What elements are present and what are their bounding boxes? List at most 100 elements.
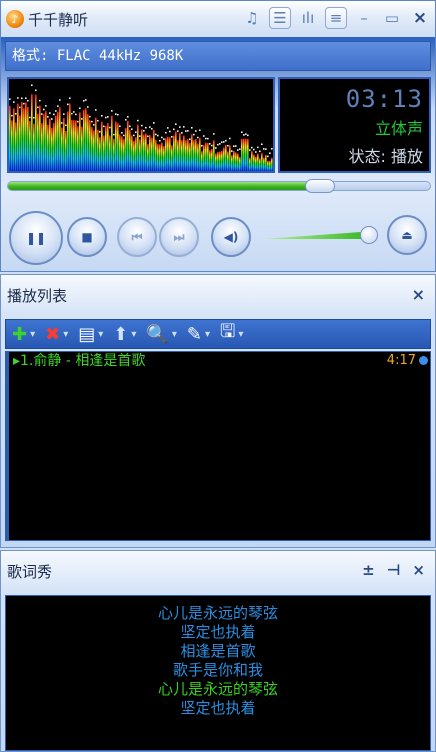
previous-button[interactable]: ⏮ (117, 217, 157, 257)
spectrum-peak (267, 155, 269, 158)
spectrum-bar (241, 138, 243, 171)
spectrum-bar (103, 135, 105, 171)
spectrum-peak (61, 122, 63, 124)
spectrum-visualizer[interactable] (7, 77, 275, 173)
eject-button[interactable]: ⏏ (387, 215, 427, 255)
spectrum-peak (17, 97, 19, 99)
chevron-down-icon[interactable]: ▾ (98, 329, 103, 340)
spectrum-bar (219, 151, 221, 171)
player-titlebar[interactable]: ♪ 千千静听 ♫ ☰ ılı ≡ – ▭ × (1, 1, 435, 37)
playlist-toggle-icon[interactable]: ☰ (269, 7, 291, 29)
chevron-down-icon[interactable]: ▾ (131, 329, 136, 340)
playlist-toolbar: ✚ ▾ ✖ ▾ ▤ ▾ ⬆ ▾ 🔍 ▾ ✎ ▾ 🖫 ▾ (5, 319, 431, 349)
spectrum-peak (119, 125, 121, 127)
spectrum-peak (225, 139, 227, 142)
spectrum-peak (55, 110, 57, 112)
eject-icon: ⏏ (401, 228, 413, 242)
spectrum-bar (191, 134, 193, 171)
spectrum-bar (179, 132, 181, 171)
equalizer-icon[interactable]: ılı (297, 7, 319, 29)
spectrum-bar (25, 102, 27, 171)
search-tool-button[interactable]: 🔍 ▾ (146, 324, 176, 345)
next-icon: ⏭ (173, 229, 185, 244)
stop-button[interactable]: ■ (67, 217, 107, 257)
add-tool-button[interactable]: ✚ ▾ (12, 324, 35, 345)
list-icon[interactable]: ≡ (325, 7, 347, 29)
spectrum-bar (31, 94, 33, 171)
sort-tool-button[interactable]: ⬆ ▾ (113, 324, 136, 345)
playlist-item[interactable]: ▸1.俞静 - 相逢是首歌 4:17 (9, 352, 430, 370)
elapsed-time[interactable]: 03:13 (280, 85, 423, 113)
pause-button[interactable]: ❚❚ (9, 211, 63, 265)
spectrum-bar (39, 105, 41, 171)
spectrum-bar (105, 126, 107, 171)
save-tool-button[interactable]: 🖫 ▾ (220, 319, 243, 349)
spectrum-bar (215, 153, 217, 171)
speaker-icon: ◀) (223, 230, 239, 244)
music-note-icon[interactable]: ♫ (241, 7, 263, 29)
mute-button[interactable]: ◀) (211, 217, 251, 257)
volume-slider[interactable] (263, 226, 379, 244)
close-icon[interactable]: × (412, 561, 425, 579)
lyrics-display[interactable]: 心儿是永远的琴弦 坚定也执着 相逢是首歌 歌手是你和我 心儿是永远的琴弦 坚定也执着 (5, 595, 431, 751)
chevron-down-icon[interactable]: ▾ (205, 329, 210, 340)
minimize-icon[interactable]: – (353, 7, 375, 29)
seek-bar[interactable] (7, 179, 431, 193)
playlist-close-icon[interactable]: × (412, 285, 425, 304)
volume-track (263, 231, 375, 239)
spectrum-bar (223, 147, 225, 171)
list-tool-button[interactable]: ▤ ▾ (78, 324, 103, 345)
spectrum-peak (31, 84, 33, 86)
lyric-line-current: 心儿是永远的琴弦 (157, 680, 278, 698)
spectrum-bar (243, 138, 245, 171)
spectrum-peak (15, 113, 17, 115)
spectrum-bar (79, 112, 81, 171)
detach-icon[interactable]: ⊣ (387, 561, 401, 579)
spectrum-bar (99, 137, 101, 171)
delete-tool-button[interactable]: ✖ ▾ (45, 324, 68, 345)
spectrum-bar (23, 108, 25, 171)
spectrum-bar (109, 135, 111, 171)
spectrum-peak (139, 135, 141, 137)
spectrum-bar (131, 135, 133, 171)
playlist-list[interactable]: ▸1.俞静 - 相逢是首歌 4:17 (5, 351, 431, 541)
spectrum-bar (229, 145, 231, 171)
spectrum-peak (107, 116, 109, 118)
chevron-down-icon[interactable]: ▾ (30, 329, 35, 340)
pin-icon[interactable]: ± (362, 561, 375, 579)
edit-tool-button[interactable]: ✎ ▾ (187, 324, 210, 345)
spectrum-bar (129, 129, 131, 171)
spectrum-bar (21, 102, 23, 171)
playlist-titlebar[interactable]: 播放列表 (1, 275, 435, 315)
spectrum-peak (209, 143, 211, 145)
player-window: ♪ 千千静听 ♫ ☰ ılı ≡ – ▭ × 格式: FLAC 44kHz 96… (0, 0, 436, 272)
qianqian-logo-icon: ♪ (6, 10, 24, 28)
spectrum-peak (97, 119, 99, 122)
spectrum-bar (139, 139, 141, 171)
spectrum-peak (135, 131, 137, 133)
spectrum-bar (159, 144, 161, 171)
spectrum-peak (43, 108, 45, 111)
close-icon[interactable]: × (409, 7, 431, 29)
chevron-down-icon[interactable]: ▾ (63, 329, 68, 340)
spectrum-peak (95, 109, 97, 111)
spectrum-peak (237, 149, 239, 151)
seek-bar-handle[interactable] (305, 179, 336, 193)
next-button[interactable]: ⏭ (159, 217, 199, 257)
chevron-down-icon[interactable]: ▾ (172, 329, 177, 340)
spectrum-bar (83, 109, 85, 171)
spectrum-peak (243, 134, 245, 136)
spectrum-peak (103, 125, 105, 128)
spectrum-peak (29, 116, 31, 119)
shade-icon[interactable]: ▭ (381, 7, 403, 29)
spectrum-bar (123, 138, 125, 171)
add-icon: ✚ (12, 323, 28, 345)
spectrum-bar (137, 124, 139, 171)
chevron-down-icon[interactable]: ▾ (238, 329, 243, 340)
spectrum-bar (257, 153, 259, 171)
spectrum-bar (185, 140, 187, 171)
spectrum-bar (35, 94, 37, 171)
spectrum-peak (203, 135, 205, 137)
spectrum-bar (115, 121, 117, 171)
spectrum-bar (225, 144, 227, 171)
